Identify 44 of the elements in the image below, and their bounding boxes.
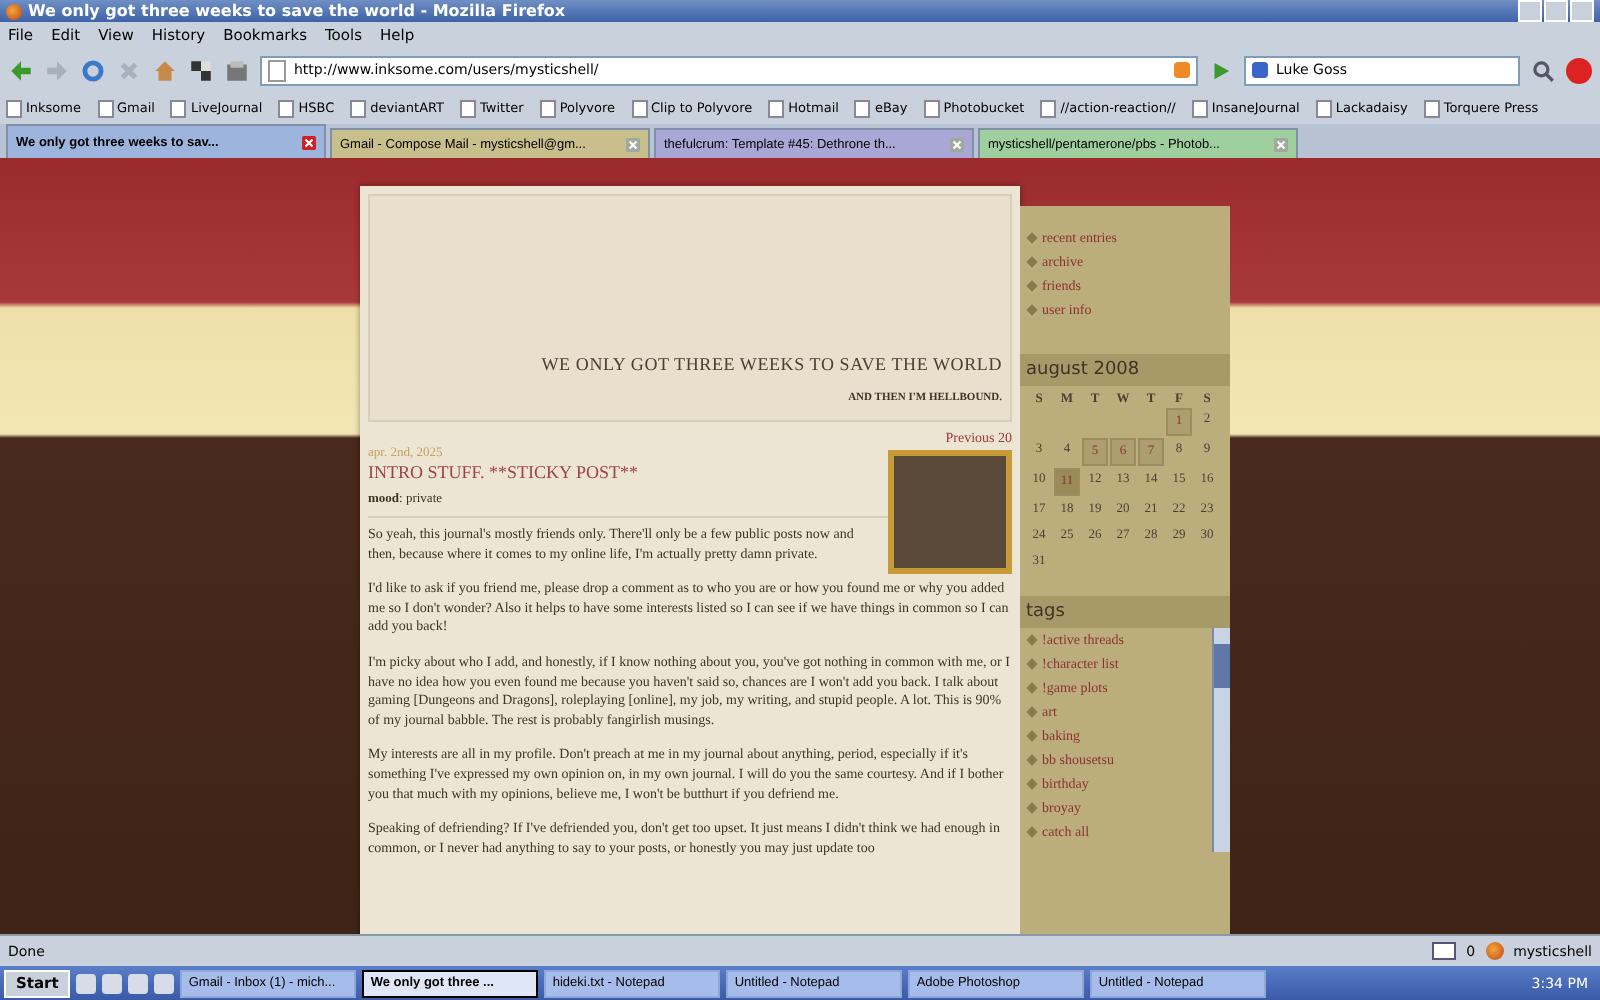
bullet-icon <box>1026 706 1038 718</box>
bullet-icon <box>1026 634 1038 646</box>
journal-title: WE ONLY GOT THREE WEEKS TO SAVE THE WORLD <box>541 354 1002 374</box>
squares-icon[interactable] <box>188 57 214 83</box>
bullet-icon <box>1026 304 1038 316</box>
calendar-title: august 2008 <box>1020 354 1230 386</box>
stop-sign-icon[interactable] <box>1566 57 1592 83</box>
post-title[interactable]: INTRO STUFF. **STICKY POST** <box>368 462 1012 482</box>
userpic-placeholder <box>888 450 1012 574</box>
stop-icon[interactable] <box>116 57 142 83</box>
back-arrow-icon[interactable] <box>8 57 34 83</box>
quick-launch-icon[interactable] <box>76 973 97 993</box>
bullet-icon <box>1026 802 1038 814</box>
rss-icon[interactable] <box>1174 62 1190 78</box>
forward-arrow-icon[interactable] <box>44 57 70 83</box>
bullet-icon <box>1026 682 1038 694</box>
quick-launch-icon[interactable] <box>102 973 123 993</box>
close-icon[interactable] <box>950 137 964 151</box>
home-icon[interactable] <box>152 57 178 83</box>
bullet-icon <box>1026 658 1038 670</box>
close-icon[interactable] <box>302 135 316 149</box>
search-icon[interactable] <box>1530 57 1556 83</box>
mail-icon[interactable] <box>1432 942 1457 960</box>
bullet-icon <box>1026 754 1038 766</box>
box-icon[interactable] <box>224 57 250 83</box>
firefox-icon[interactable] <box>1485 942 1504 960</box>
bullet-icon <box>1026 232 1038 244</box>
quick-launch-icon[interactable] <box>128 973 149 993</box>
close-icon[interactable] <box>1274 137 1288 151</box>
bullet-icon <box>1026 280 1038 292</box>
firefox-icon <box>6 3 22 19</box>
window-title: We only got three weeks to save the world - Mozilla Firefox <box>28 2 568 20</box>
close-button[interactable] <box>1570 0 1594 22</box>
bullet-icon <box>1026 730 1038 742</box>
scrollbar[interactable] <box>1212 628 1230 852</box>
bullet-icon <box>1026 826 1038 838</box>
reload-icon[interactable] <box>80 57 106 83</box>
restore-button[interactable] <box>1544 0 1568 22</box>
bullet-icon <box>1026 778 1038 790</box>
close-icon[interactable] <box>626 137 640 151</box>
bullet-icon <box>1026 256 1038 268</box>
tags-title: tags <box>1020 596 1230 628</box>
quick-launch-icon[interactable] <box>154 973 175 993</box>
minimize-button[interactable] <box>1518 0 1542 22</box>
